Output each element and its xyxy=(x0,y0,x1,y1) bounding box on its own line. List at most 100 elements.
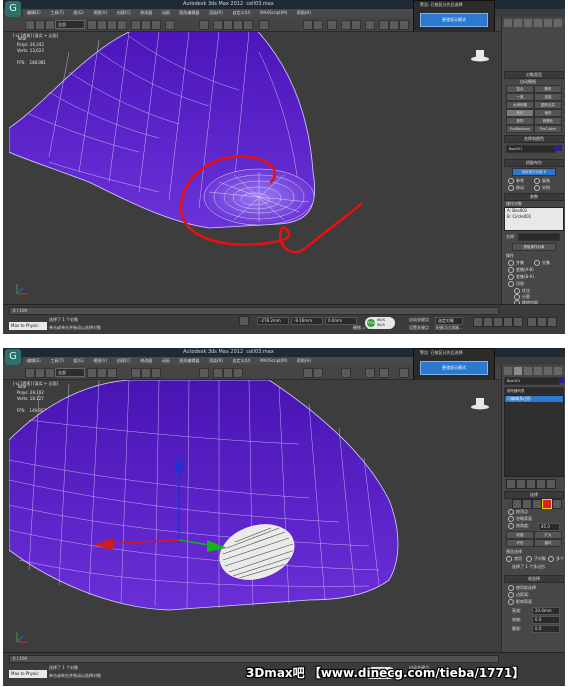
time-slider[interactable]: 0 / 100 xyxy=(9,307,499,315)
next-frame-icon[interactable] xyxy=(503,317,513,327)
pick-option-copy[interactable]: 复制 xyxy=(534,178,550,184)
compound-button-8[interactable]: 放样 xyxy=(506,117,534,125)
menu-item-graph-editors[interactable]: 图形编辑器 xyxy=(179,10,199,16)
utilities-tab-icon[interactable] xyxy=(554,367,562,375)
perspective-viewport[interactable]: [+] [透视] [真实 + 边面] Total Polys: 26,242 V… xyxy=(9,32,497,304)
percent-snap-icon[interactable] xyxy=(233,368,243,378)
pick-option-reference[interactable]: 参考 xyxy=(508,178,524,184)
pick-operand-button[interactable]: 拾取操作对象 B xyxy=(512,168,556,176)
menu-item-create[interactable]: 创建(C) xyxy=(117,10,131,16)
operand-b[interactable]: B: Circle001 xyxy=(505,214,563,220)
percent-snap-icon[interactable] xyxy=(233,20,243,30)
compound-button-9[interactable]: 网格化 xyxy=(534,117,562,125)
window-crossing-icon[interactable] xyxy=(117,20,127,30)
selection-header[interactable]: 选择 xyxy=(504,491,564,499)
perspective-viewport[interactable]: [+] [透视] [真实 + 边面] Total Polys: 28,192 V… xyxy=(9,380,497,652)
material-editor-icon[interactable] xyxy=(365,368,375,378)
ring-button[interactable]: 环形 xyxy=(506,539,534,547)
menu-item-views[interactable]: 视图(V) xyxy=(93,10,107,16)
procutter-button[interactable]: ProCutter xyxy=(534,125,562,133)
modify-tab-icon[interactable] xyxy=(514,367,522,375)
app-logo-icon[interactable]: G xyxy=(5,349,21,365)
stack-item-editable-poly[interactable]: 可编辑多边形 xyxy=(505,396,563,402)
link-icon[interactable] xyxy=(45,20,55,30)
redo-icon[interactable] xyxy=(35,20,45,30)
utilities-tab-icon[interactable] xyxy=(554,19,562,27)
parameters-header[interactable]: 参数 xyxy=(504,193,564,201)
zoom-icon[interactable] xyxy=(527,317,537,327)
motion-tab-icon[interactable] xyxy=(534,19,542,27)
pivot-icon[interactable] xyxy=(199,368,209,378)
snap-icon[interactable] xyxy=(213,368,223,378)
menu-item-animation[interactable]: 动画 xyxy=(162,10,170,16)
create-tab-icon[interactable] xyxy=(504,19,512,27)
shrink-button[interactable]: 收缩 xyxy=(506,531,534,539)
coord-y-field[interactable]: -9.16mm xyxy=(291,317,323,325)
compound-button-4[interactable]: 水滴网格 xyxy=(506,101,534,109)
selection-filter-dropdown[interactable]: 全部 xyxy=(55,368,85,377)
modify-tab-icon[interactable] xyxy=(514,19,522,27)
menu-item-animation[interactable]: 动画 xyxy=(162,358,170,364)
soft-selection-header[interactable]: 软选择 xyxy=(504,575,564,583)
menu-item-rendering[interactable]: 渲染(R) xyxy=(209,10,223,16)
boolean-button[interactable]: 布尔 xyxy=(506,109,534,117)
angle-snap-icon[interactable] xyxy=(223,368,233,378)
object-color-swatch[interactable] xyxy=(556,145,562,151)
menu-item-edit[interactable]: 编辑(E) xyxy=(27,358,41,364)
compound-button-0[interactable]: 复合 xyxy=(506,85,534,93)
move-icon[interactable] xyxy=(131,20,141,30)
render-icon[interactable] xyxy=(399,20,409,30)
spinner-snap-icon[interactable] xyxy=(243,20,253,30)
scale-icon[interactable] xyxy=(151,20,161,30)
material-editor-icon[interactable] xyxy=(365,20,375,30)
object-type-header[interactable]: 对象类型 xyxy=(504,71,564,79)
menu-item-maxscript[interactable]: MAXScript(M) xyxy=(260,10,287,15)
previous-frame-icon[interactable] xyxy=(483,317,493,327)
orbit-icon[interactable] xyxy=(547,317,557,327)
coord-x-field[interactable]: -278.2mm xyxy=(257,317,289,325)
compound-button-5[interactable]: 图形合并 xyxy=(534,101,562,109)
menu-item-maxscript[interactable]: MAXScript(M) xyxy=(260,358,287,363)
vertex-mode-icon[interactable] xyxy=(512,499,522,509)
menu-item-rendering[interactable]: 渲染(R) xyxy=(209,358,223,364)
menu-item-create[interactable]: 创建(C) xyxy=(117,358,131,364)
compound-button-1[interactable]: 散布 xyxy=(534,85,562,93)
menu-item-graph-editors[interactable]: 图形编辑器 xyxy=(179,358,199,364)
menu-item-group[interactable]: 组(G) xyxy=(73,10,83,16)
render-setup-icon[interactable] xyxy=(379,368,389,378)
preview-multi[interactable]: 多个 xyxy=(548,556,564,562)
angle-snap-icon[interactable] xyxy=(223,20,233,30)
select-by-name-icon[interactable] xyxy=(97,368,107,378)
operation-subtract-ba[interactable]: 差集(B-A) xyxy=(508,274,534,280)
menu-item-edit[interactable]: 编辑(E) xyxy=(27,10,41,16)
link-icon[interactable] xyxy=(45,368,55,378)
object-name-field[interactable]: Box001 xyxy=(506,145,556,153)
modifier-list-dropdown[interactable]: 修改器列表 xyxy=(504,387,564,395)
pick-boolean-header[interactable]: 拾取布尔 xyxy=(504,159,564,167)
maxscript-listener[interactable]: Max to Physic xyxy=(9,322,47,330)
align-icon[interactable] xyxy=(313,20,323,30)
rotate-icon[interactable] xyxy=(141,20,151,30)
object-color-swatch[interactable] xyxy=(560,377,564,383)
grow-button[interactable]: 扩大 xyxy=(534,531,562,539)
operand-name-field[interactable] xyxy=(518,233,560,241)
edge-distance-checkbox[interactable]: 边距离: xyxy=(508,592,529,598)
app-logo-icon[interactable]: G xyxy=(5,1,21,17)
maxscript-listener[interactable]: Max to Physic xyxy=(9,670,47,678)
undo-icon[interactable] xyxy=(25,20,35,30)
go-to-end-icon[interactable] xyxy=(513,317,523,327)
curve-editor-icon[interactable] xyxy=(341,20,351,30)
menu-item-customize[interactable]: 自定义(U) xyxy=(233,10,251,16)
mirror-icon[interactable] xyxy=(303,20,313,30)
layer-manager-icon[interactable] xyxy=(327,20,337,30)
move-icon[interactable] xyxy=(131,368,141,378)
coord-z-field[interactable]: 0.0mm xyxy=(325,317,357,325)
menu-item-tools[interactable]: 工具(T) xyxy=(50,358,64,364)
render-icon[interactable] xyxy=(399,368,409,378)
menu-item-views[interactable]: 视图(V) xyxy=(93,358,107,364)
operation-union[interactable]: 并集 xyxy=(508,260,524,266)
proboolean-button[interactable]: ProBoolean xyxy=(506,125,534,133)
named-selection-icon[interactable] xyxy=(259,20,269,30)
menu-item-help[interactable]: 帮助(H) xyxy=(297,358,311,364)
pivot-icon[interactable] xyxy=(199,20,209,30)
